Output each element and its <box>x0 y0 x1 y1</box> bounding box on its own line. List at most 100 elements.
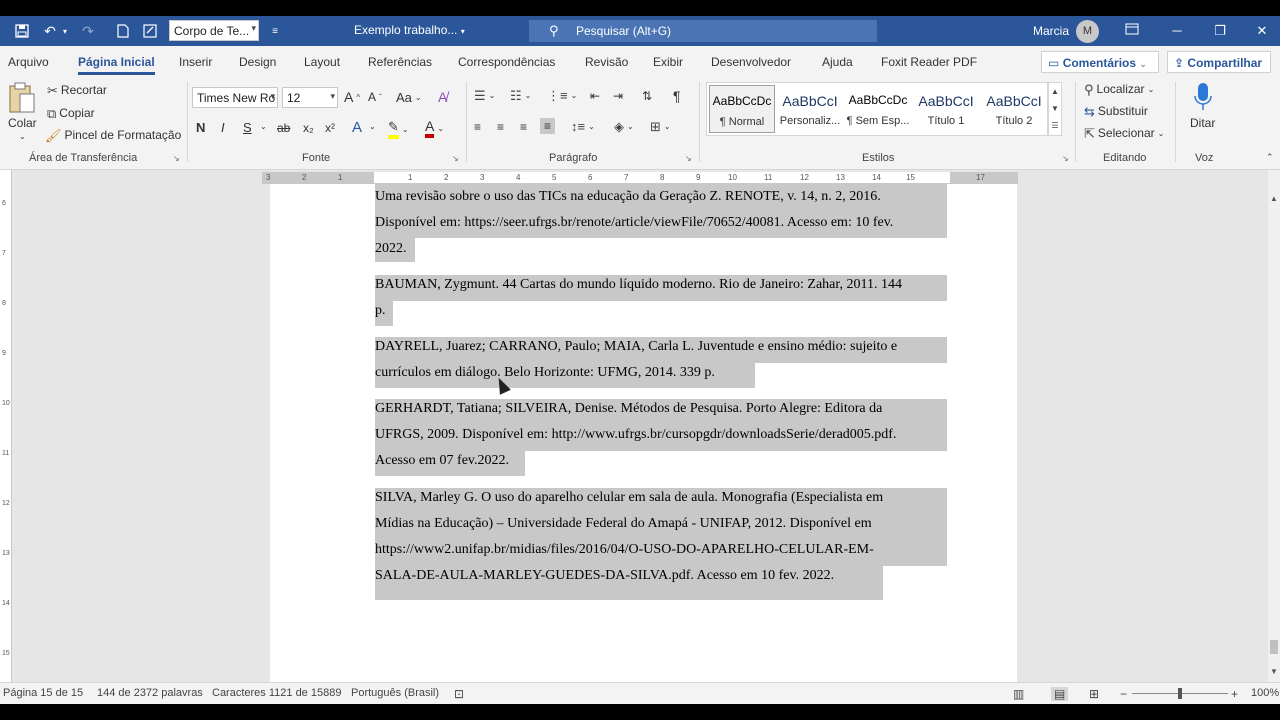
tab-ajuda[interactable]: Ajuda <box>822 55 853 69</box>
font-color-button[interactable]: A ⌄ <box>425 118 444 138</box>
share-button[interactable]: ⇪ Compartilhar <box>1167 51 1271 73</box>
italic-button[interactable]: I <box>221 120 225 135</box>
tab-layout[interactable]: Layout <box>304 55 340 69</box>
reference-paragraph[interactable]: SILVA, Marley G. O uso do aparelho celul… <box>375 485 947 589</box>
copy-button[interactable]: ⧉ Copiar <box>47 106 95 120</box>
restore-icon[interactable]: ❐ <box>1210 21 1230 41</box>
tab-foxit-reader-pdf[interactable]: Foxit Reader PDF <box>881 55 977 69</box>
format-painter-button[interactable]: 🖌 Pincel de Formatação <box>45 128 181 142</box>
line-spacing-button[interactable]: ↕≡ ⌄ <box>571 120 595 133</box>
style-titulo-1[interactable]: AaBbCcI Título 1 <box>913 85 979 133</box>
chevron-down-icon[interactable]: ▾ <box>251 23 256 34</box>
clear-formatting-icon[interactable]: A̸ <box>438 89 447 105</box>
subscript-button[interactable]: x₂ <box>303 121 314 135</box>
styles-gallery-scroll[interactable]: ▲ ▼ ☰ <box>1048 82 1062 136</box>
underline-button[interactable]: S <box>243 120 252 135</box>
zoom-level[interactable]: 100% <box>1251 687 1279 699</box>
chevron-down-icon[interactable]: ⌄ <box>260 122 267 131</box>
reference-paragraph[interactable]: BAUMAN, Zygmunt. 44 Cartas do mundo líqu… <box>375 272 947 324</box>
document-page[interactable]: Uma revisão sobre o uso das TICs na educ… <box>270 184 1017 682</box>
dialog-launcher-icon[interactable]: ↘ <box>1062 154 1069 163</box>
collapse-ribbon-icon[interactable]: ⌃ <box>1266 152 1274 163</box>
cut-button[interactable]: ✂ Recortar <box>47 83 107 97</box>
justify-icon[interactable]: ≡ <box>540 118 556 134</box>
reference-paragraph[interactable]: DAYRELL, Juarez; CARRANO, Paulo; MAIA, C… <box>375 334 947 386</box>
bullets-button[interactable]: ☰ ⌄ <box>474 89 495 102</box>
find-button[interactable]: ⚲ Localizar ⌄ <box>1084 82 1154 96</box>
tab-pagina-inicial[interactable]: Página Inicial <box>78 55 155 75</box>
font-size-select[interactable]: 12 ▾ <box>282 87 338 108</box>
scrollbar-thumb[interactable] <box>1270 640 1278 654</box>
undo-dropdown-icon[interactable]: ▾ <box>60 22 70 40</box>
grow-font-button[interactable]: A ^ <box>344 89 360 105</box>
tab-referencias[interactable]: Referências <box>368 55 432 69</box>
chevron-down-icon[interactable]: ▼ <box>1268 667 1280 676</box>
decrease-indent-icon[interactable]: ⇤ <box>590 89 600 103</box>
language-indicator[interactable]: Português (Brasil) <box>351 687 439 699</box>
close-icon[interactable]: ✕ <box>1252 21 1272 41</box>
change-case-button[interactable]: Aa ⌄ <box>396 90 422 105</box>
highlight-color-button[interactable]: ✎ ⌄ <box>388 119 409 139</box>
style-normal[interactable]: AaBbCcDc ¶ Normal <box>709 85 775 133</box>
undo-icon[interactable]: ↶ <box>40 22 60 40</box>
strikethrough-button[interactable]: ab <box>277 121 290 135</box>
select-button[interactable]: ⇱ Selecionar ⌄ <box>1084 126 1164 140</box>
avatar[interactable]: M <box>1076 20 1099 43</box>
form-icon[interactable] <box>141 22 159 40</box>
numbering-button[interactable]: ☷ ⌄ <box>510 89 531 102</box>
sort-icon[interactable]: ⇅ <box>642 89 652 103</box>
page-count[interactable]: Página 15 de 15 <box>3 687 83 699</box>
document-title[interactable]: Exemplo trabalho... ▾ <box>354 23 465 37</box>
customize-toolbar-icon[interactable]: ≡ <box>268 22 282 40</box>
print-layout-icon[interactable]: ▤ <box>1051 687 1069 701</box>
word-count[interactable]: 144 de 2372 palavras <box>97 687 203 699</box>
chevron-up-icon[interactable]: ▲ <box>1049 83 1061 100</box>
style-personalizado[interactable]: AaBbCcI Personaliz... <box>777 85 843 133</box>
style-combobox[interactable]: Corpo de Te... ▾ <box>169 20 259 41</box>
multilevel-list-button[interactable]: ⋮≡ ⌄ <box>547 89 577 102</box>
tab-correspondencias[interactable]: Correspondências <box>458 55 555 69</box>
tab-revisao[interactable]: Revisão <box>585 55 628 69</box>
chevron-up-icon[interactable]: ▲ <box>1268 194 1280 203</box>
dialog-launcher-icon[interactable]: ↘ <box>452 154 459 163</box>
align-center-icon[interactable]: ≡ <box>497 120 504 134</box>
web-layout-icon[interactable]: ⊞ <box>1089 687 1099 701</box>
bold-button[interactable]: N <box>196 120 205 135</box>
superscript-button[interactable]: x² <box>325 121 335 135</box>
macro-record-icon[interactable]: ⊡ <box>454 687 464 701</box>
redo-icon[interactable]: ↷ <box>78 22 98 40</box>
tab-inserir[interactable]: Inserir <box>179 55 212 69</box>
dialog-launcher-icon[interactable]: ↘ <box>173 154 180 163</box>
zoom-slider-thumb[interactable] <box>1178 688 1182 699</box>
read-mode-icon[interactable]: ▥ <box>1013 687 1024 701</box>
reference-paragraph[interactable]: GERHARDT, Tatiana; SILVEIRA, Denise. Mét… <box>375 396 947 474</box>
ribbon-display-options-icon[interactable] <box>1122 21 1142 41</box>
minimize-icon[interactable]: ─ <box>1167 21 1187 41</box>
replace-button[interactable]: ⇆ Substituir <box>1084 104 1148 118</box>
reference-paragraph[interactable]: Uma revisão sobre o uso das TICs na educ… <box>375 184 947 262</box>
align-left-icon[interactable]: ≡ <box>474 120 481 134</box>
style-titulo-2[interactable]: AaBbCcI Título 2 <box>981 85 1047 133</box>
more-icon[interactable]: ☰ <box>1049 117 1061 134</box>
text-effects-icon[interactable]: A <box>352 119 362 136</box>
save-icon[interactable] <box>12 22 32 40</box>
increase-indent-icon[interactable]: ⇥ <box>613 89 623 103</box>
chevron-down-icon[interactable]: ⌄ <box>369 122 376 131</box>
zoom-out-icon[interactable]: − <box>1120 687 1127 701</box>
vertical-scrollbar[interactable]: ▲ ▼ <box>1268 170 1280 682</box>
shading-button[interactable]: ◈ ⌄ <box>614 120 634 133</box>
tab-desenvolvedor[interactable]: Desenvolvedor <box>711 55 791 69</box>
align-right-icon[interactable]: ≡ <box>520 120 527 134</box>
user-name[interactable]: Marcia <box>1033 24 1069 38</box>
character-count[interactable]: Caracteres 1121 de 15889 <box>212 687 341 699</box>
borders-button[interactable]: ⊞ ⌄ <box>650 120 671 133</box>
shrink-font-button[interactable]: Aˇ <box>368 90 382 104</box>
comments-button[interactable]: ▭ Comentários ⌄ <box>1041 51 1159 73</box>
dialog-launcher-icon[interactable]: ↘ <box>685 154 692 163</box>
new-document-icon[interactable] <box>114 22 132 40</box>
paste-button[interactable]: Colar ⌄ <box>8 82 37 141</box>
tab-exibir[interactable]: Exibir <box>653 55 683 69</box>
style-sem-espacamento[interactable]: AaBbCcDc ¶ Sem Esp... <box>845 85 911 133</box>
font-family-select[interactable]: Times New Ro ▾ <box>192 87 278 108</box>
tab-arquivo[interactable]: Arquivo <box>8 55 49 69</box>
